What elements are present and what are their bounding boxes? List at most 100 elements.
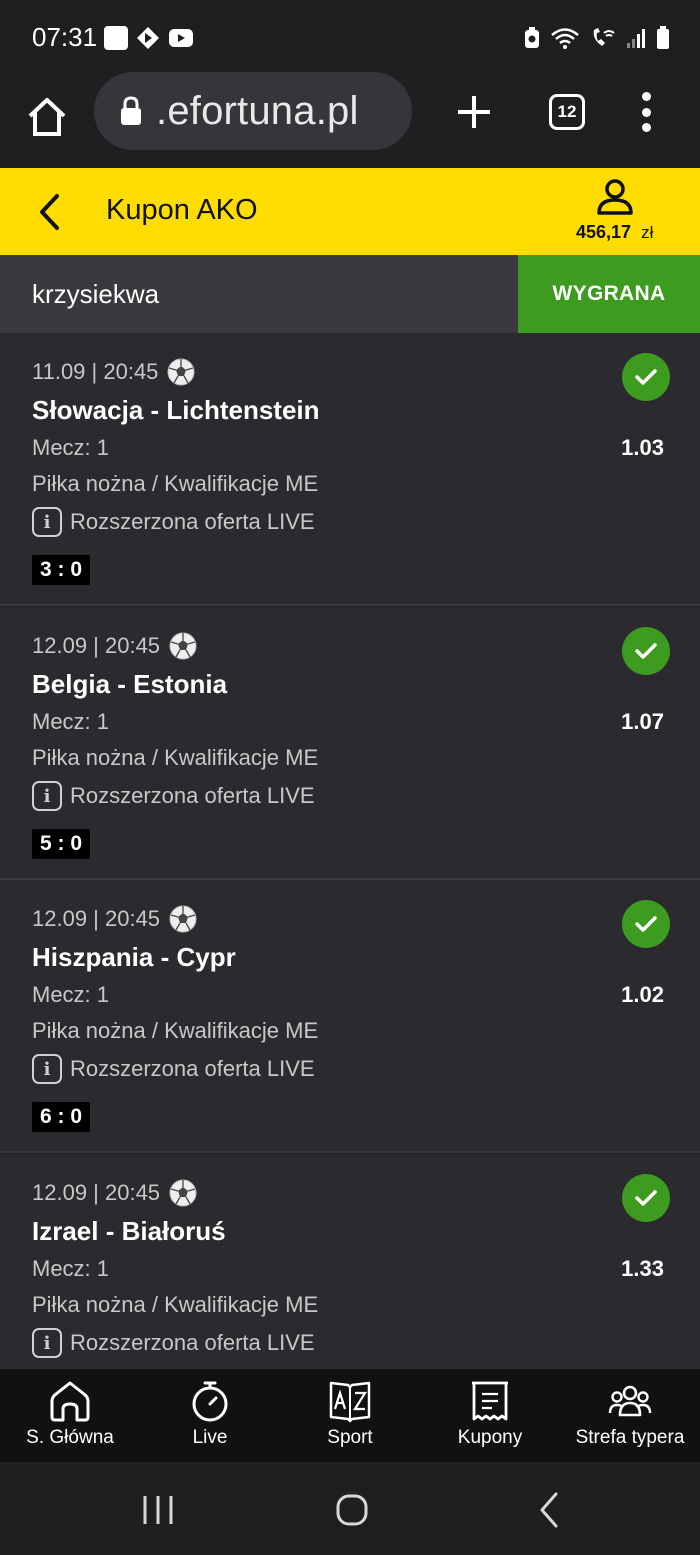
bet-league: Piłka nożna / Kwalifikacje ME: [32, 1292, 319, 1317]
new-tab-icon[interactable]: [452, 90, 496, 134]
bet-datetime: 12.09 | 20:45: [32, 1178, 198, 1208]
account-balance: 456,17 zł: [576, 222, 653, 243]
az-book-icon: [329, 1381, 371, 1423]
balance-amount: 456,17: [576, 222, 632, 242]
battery-icon: [657, 26, 669, 49]
contact-icon: [104, 26, 128, 50]
home-icon: [50, 1381, 90, 1422]
bet-score: 3 : 0: [32, 555, 91, 585]
live-offer-link[interactable]: i Rozszerzona oferta LIVE: [32, 507, 315, 537]
page-title: Kupon AKO: [106, 194, 258, 226]
info-icon: i: [32, 1328, 62, 1358]
wifi-icon: [551, 28, 579, 49]
nav-sport[interactable]: Sport: [280, 1369, 420, 1462]
bet-match: Słowacja - Lichtenstein: [32, 395, 320, 425]
browser-toolbar: .efortuna.pl 12: [0, 58, 700, 166]
lock-icon: [121, 96, 141, 125]
bet-odds: 1.07: [621, 709, 664, 734]
coupon-user-row: krzysiekwa WYGRANA: [0, 255, 700, 333]
won-check-icon: [622, 627, 670, 675]
bet-odds: 1.03: [621, 435, 664, 460]
soccer-ball-icon: [169, 632, 197, 660]
address-bar[interactable]: .efortuna.pl: [94, 72, 412, 150]
tab-count: 12: [557, 102, 577, 121]
nav-label: Strefa typera: [575, 1427, 685, 1448]
wifi-call-icon: [593, 28, 615, 46]
bet-score: 5 : 0: [32, 829, 91, 859]
live-offer-text: Rozszerzona oferta LIVE: [70, 1056, 315, 1081]
status-left-icons: [104, 26, 194, 50]
live-offer-link[interactable]: i Rozszerzona oferta LIVE: [32, 1054, 315, 1084]
bet-match: Izrael - Białoruś: [32, 1216, 226, 1246]
system-navigation: [0, 1462, 700, 1555]
bet-pick: Mecz: 1: [32, 435, 110, 460]
bet-datetime: 11.09 | 20:45: [32, 357, 196, 387]
nav-label: Kupony: [457, 1427, 523, 1448]
bet-list: 11.09 | 20:45 Słowacja - Lichtenstein Me…: [0, 333, 700, 1369]
back-chevron-icon[interactable]: [30, 190, 70, 234]
app-header: Kupon AKO 456,17 zł: [0, 168, 700, 255]
live-offer-link[interactable]: i Rozszerzona oferta LIVE: [32, 1328, 315, 1358]
username: krzysiekwa: [32, 279, 160, 309]
app-icon: [137, 27, 159, 49]
status-right-icons: [524, 26, 670, 50]
home-button-icon[interactable]: [332, 1490, 372, 1530]
bet-odds: 1.02: [621, 982, 664, 1007]
nav-tipster-zone[interactable]: Strefa typera: [560, 1369, 700, 1462]
bet-datetime-text: 12.09 | 20:45: [32, 633, 161, 658]
home-icon[interactable]: [22, 92, 72, 142]
account-button[interactable]: 456,17 zł: [576, 178, 676, 248]
bet-datetime-text: 11.09 | 20:45: [32, 359, 159, 384]
nav-home[interactable]: S. Główna: [0, 1369, 140, 1462]
status-time: 07:31: [32, 22, 98, 52]
bet-league: Piłka nożna / Kwalifikacje ME: [32, 745, 319, 770]
bet-datetime: 12.09 | 20:45: [32, 631, 198, 661]
browser-menu-icon[interactable]: [638, 92, 654, 132]
bet-item[interactable]: 12.09 | 20:45 Hiszpania - Cypr Mecz: 1 1…: [0, 880, 700, 1153]
won-check-icon: [622, 900, 670, 948]
receipt-icon: [472, 1381, 508, 1421]
bet-pick: Mecz: 1: [32, 982, 110, 1007]
nav-live[interactable]: Live: [140, 1369, 280, 1462]
bet-item[interactable]: 12.09 | 20:45 Izrael - Białoruś Mecz: 1 …: [0, 1154, 700, 1369]
soccer-ball-icon: [169, 1179, 197, 1207]
bet-league: Piłka nożna / Kwalifikacje ME: [32, 471, 319, 496]
info-icon: i: [32, 781, 62, 811]
nav-label: Sport: [327, 1427, 373, 1448]
stopwatch-icon: [192, 1381, 228, 1422]
live-offer-text: Rozszerzona oferta LIVE: [70, 783, 315, 808]
live-offer-text: Rozszerzona oferta LIVE: [70, 1330, 315, 1355]
won-check-icon: [622, 1174, 670, 1222]
bet-datetime: 12.09 | 20:45: [32, 904, 198, 934]
won-check-icon: [622, 353, 670, 401]
back-icon[interactable]: [530, 1490, 570, 1530]
battery-saver-icon: [525, 27, 539, 48]
live-offer-link[interactable]: i Rozszerzona oferta LIVE: [32, 781, 315, 811]
url-text: .efortuna.pl: [156, 88, 359, 133]
info-icon: i: [32, 1054, 62, 1084]
soccer-ball-icon: [167, 358, 195, 386]
recent-apps-icon[interactable]: [138, 1490, 178, 1530]
bet-pick: Mecz: 1: [32, 1256, 110, 1281]
balance-currency: zł: [641, 223, 654, 242]
nav-label: Live: [192, 1427, 228, 1448]
nav-label: S. Główna: [26, 1427, 114, 1448]
bet-item[interactable]: 12.09 | 20:45 Belgia - Estonia Mecz: 1 1…: [0, 607, 700, 880]
info-icon: i: [32, 507, 62, 537]
signal-icon: [627, 29, 645, 48]
group-icon: [608, 1385, 652, 1417]
bet-pick: Mecz: 1: [32, 709, 110, 734]
soccer-ball-icon: [169, 905, 197, 933]
bet-league: Piłka nożna / Kwalifikacje ME: [32, 1018, 319, 1043]
nav-coupons[interactable]: Kupony: [420, 1369, 560, 1462]
live-offer-text: Rozszerzona oferta LIVE: [70, 509, 315, 534]
bottom-navigation: S. Główna Live Sport Kupony Strefa typer…: [0, 1369, 700, 1462]
youtube-icon: [169, 29, 193, 47]
bet-score: 6 : 0: [32, 1102, 91, 1132]
bet-match: Belgia - Estonia: [32, 669, 228, 699]
bet-datetime-text: 12.09 | 20:45: [32, 1180, 161, 1205]
bet-datetime-text: 12.09 | 20:45: [32, 906, 161, 931]
tab-switcher-button[interactable]: 12: [549, 94, 585, 130]
status-badge: WYGRANA: [518, 255, 700, 333]
bet-item[interactable]: 11.09 | 20:45 Słowacja - Lichtenstein Me…: [0, 333, 700, 606]
